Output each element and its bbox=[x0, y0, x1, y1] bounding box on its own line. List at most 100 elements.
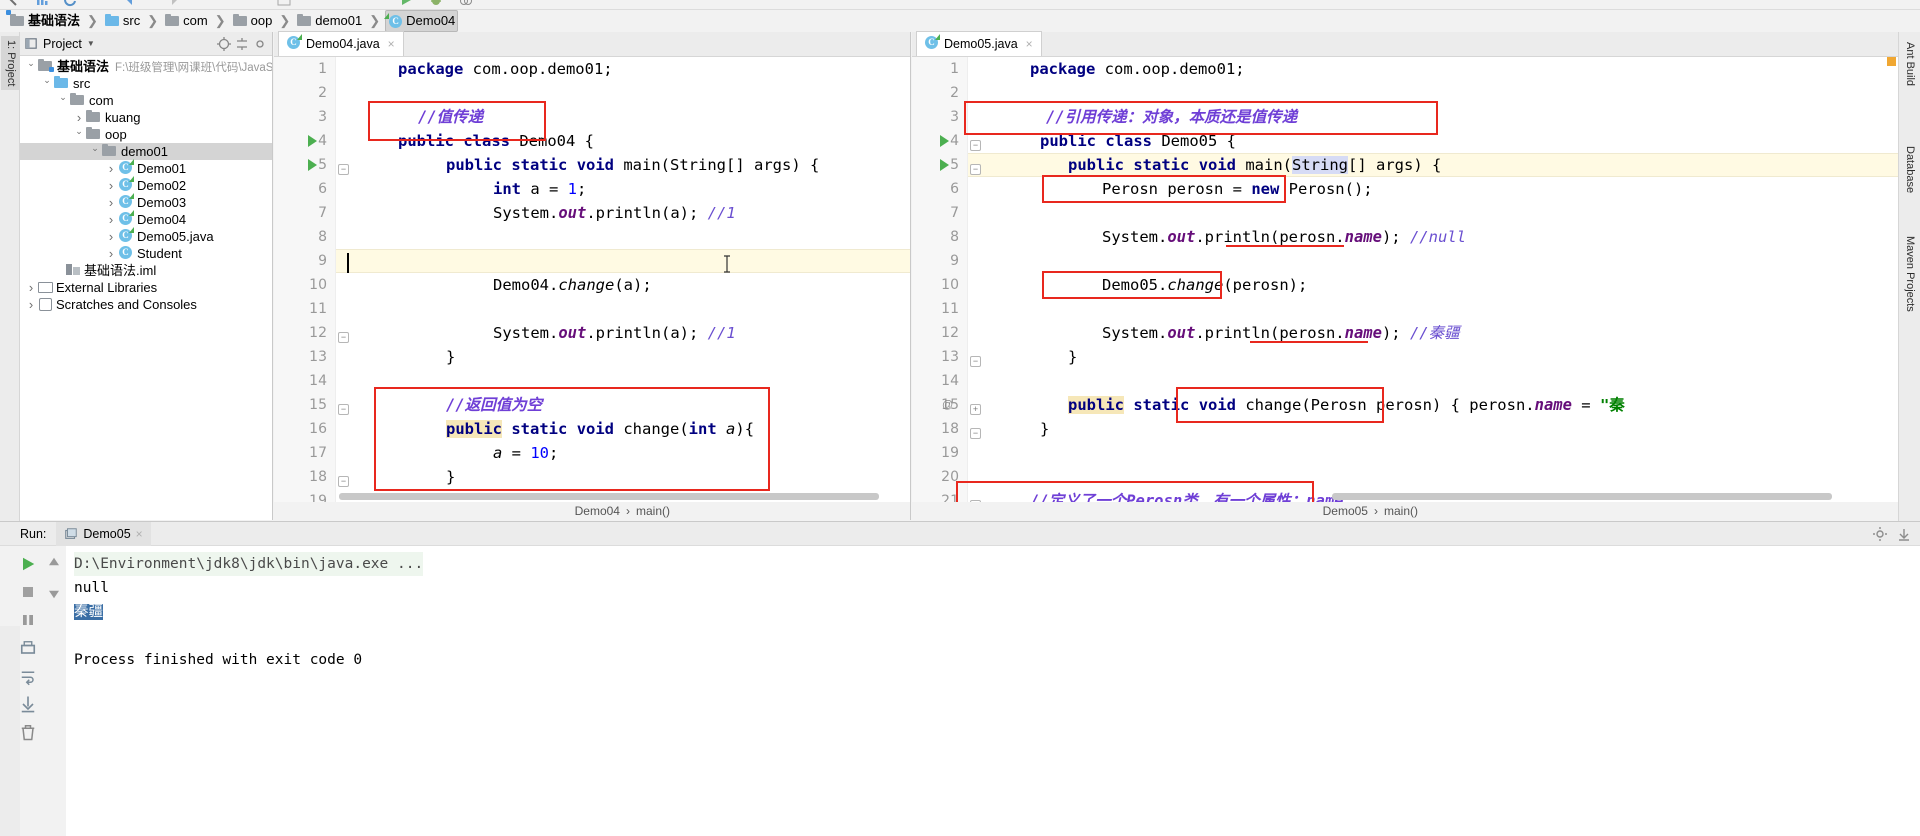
tree-item-iml-file[interactable]: 基础语法.iml bbox=[20, 262, 272, 279]
refresh-icon[interactable] bbox=[62, 0, 78, 8]
code-text-right[interactable]: package com.oop.demo01; //引用传递：对象，本质还是值传… bbox=[968, 57, 1898, 502]
breadcrumb-item-com[interactable]: com bbox=[163, 10, 210, 32]
line-number: 14 bbox=[941, 373, 959, 389]
tree-item-com[interactable]: com bbox=[20, 92, 272, 109]
tree-item-demo04-class[interactable]: C Demo04 bbox=[20, 209, 272, 228]
tree-item-demo01[interactable]: demo01 bbox=[20, 143, 272, 160]
code-line-15: public static void change(Perosn perosn)… bbox=[1068, 396, 1625, 414]
soft-wrap-button[interactable] bbox=[18, 666, 38, 686]
breadcrumb-item-demo01[interactable]: demo01 bbox=[295, 10, 364, 32]
hide-icon[interactable] bbox=[1896, 526, 1912, 542]
stop-button[interactable] bbox=[18, 582, 38, 602]
gutter-left[interactable]: 1 2 3 4 5 6 7 8 9 10 11 12 13 14 15 16 1… bbox=[274, 57, 336, 502]
tree-item-module[interactable]: 基础语法 F:\班级管理\网课班\代码\JavaSE\基础语法 bbox=[20, 58, 272, 75]
console-output[interactable]: D:\Environment\jdk8\jdk\bin\java.exe ...… bbox=[66, 546, 1920, 836]
editor-breadcrumb-right[interactable]: Demo05 › main() bbox=[912, 502, 1898, 520]
chevron-right-icon[interactable] bbox=[24, 297, 38, 312]
close-icon[interactable]: × bbox=[136, 527, 143, 541]
chevron-right-icon[interactable] bbox=[104, 246, 118, 261]
tree-item-kuang[interactable]: kuang bbox=[20, 109, 272, 126]
run-method-gutter-icon[interactable] bbox=[308, 159, 317, 171]
scroll-to-end-button[interactable] bbox=[18, 694, 38, 714]
breadcrumb-method[interactable]: main() bbox=[636, 504, 670, 518]
breadcrumb-class[interactable]: Demo05 bbox=[1323, 504, 1368, 518]
coverage-icon[interactable] bbox=[458, 0, 474, 8]
tree-item-src[interactable]: src bbox=[20, 75, 272, 92]
code-text-left[interactable]: package com.oop.demo01; //值传递 public cla… bbox=[336, 57, 910, 502]
tree-item-oop[interactable]: oop bbox=[20, 126, 272, 143]
chevron-right-icon[interactable] bbox=[104, 229, 118, 244]
sidebar-item-ant-build[interactable]: Ant Build bbox=[1900, 38, 1918, 90]
run-icon[interactable] bbox=[398, 0, 414, 8]
chevron-right-icon[interactable] bbox=[104, 178, 118, 193]
print-button[interactable] bbox=[18, 638, 38, 658]
nav-back-icon[interactable] bbox=[122, 0, 138, 8]
code-area-left[interactable]: 1 2 3 4 5 6 7 8 9 10 11 12 13 14 15 16 1… bbox=[274, 57, 910, 502]
breadcrumb-method[interactable]: main() bbox=[1384, 504, 1418, 518]
run-tab-demo05[interactable]: Demo05 × bbox=[56, 521, 151, 546]
debug-icon[interactable] bbox=[428, 0, 444, 8]
settings-icon[interactable] bbox=[1872, 526, 1888, 542]
close-icon[interactable]: × bbox=[388, 37, 395, 51]
tree-item-demo02-class[interactable]: C Demo02 bbox=[20, 175, 272, 194]
tree-item-demo01-class[interactable]: C Demo01 bbox=[20, 158, 272, 177]
tree-item-demo05-java[interactable]: C Demo05.java bbox=[20, 226, 272, 245]
gutter-right[interactable]: 1 2 3 4 5 6 7 8 9 10 11 12 13 14 15 18 1… bbox=[912, 57, 968, 502]
project-tree[interactable]: 基础语法 F:\班级管理\网课班\代码\JavaSE\基础语法 src com … bbox=[20, 56, 272, 520]
sidebar-item-database[interactable]: Database bbox=[1900, 142, 1918, 197]
locate-icon[interactable] bbox=[216, 36, 232, 52]
close-icon[interactable]: × bbox=[1026, 37, 1033, 51]
chevron-down-icon[interactable] bbox=[56, 95, 70, 106]
pause-button[interactable] bbox=[18, 610, 38, 630]
gear-icon[interactable] bbox=[252, 36, 268, 52]
back-icon[interactable] bbox=[6, 0, 22, 8]
chart-icon[interactable] bbox=[34, 0, 50, 8]
tree-item-student-class[interactable]: C Student bbox=[20, 245, 272, 262]
run-class-gutter-icon[interactable] bbox=[940, 135, 949, 147]
chevron-down-icon[interactable] bbox=[72, 129, 86, 140]
chevron-down-icon[interactable] bbox=[88, 146, 102, 157]
rerun-button[interactable] bbox=[18, 554, 38, 574]
error-stripe-marker[interactable] bbox=[1887, 57, 1896, 66]
horizontal-scrollbar-left[interactable] bbox=[339, 493, 879, 500]
chevron-right-icon[interactable] bbox=[104, 161, 118, 176]
chevron-right-icon[interactable] bbox=[24, 280, 38, 295]
run-method-gutter-icon[interactable] bbox=[940, 159, 949, 171]
breadcrumb-separator: ❯ bbox=[87, 13, 98, 28]
chevron-right-icon[interactable] bbox=[72, 110, 86, 125]
sidebar-item-project[interactable]: 1: Project bbox=[1, 36, 19, 91]
console-line-selected: 秦疆 bbox=[74, 604, 103, 620]
breadcrumb-item-oop[interactable]: oop bbox=[231, 10, 275, 32]
tab-demo04-java[interactable]: C Demo04.java × bbox=[278, 31, 404, 56]
tree-item-external-libraries[interactable]: External Libraries bbox=[20, 279, 272, 296]
sidebar-item-maven[interactable]: Maven Projects bbox=[1900, 232, 1918, 316]
scroll-down-button[interactable] bbox=[44, 582, 64, 602]
line-number: 15 bbox=[309, 397, 327, 413]
tab-demo05-java[interactable]: C Demo05.java × bbox=[916, 31, 1042, 56]
tree-item-label: Demo04 bbox=[137, 212, 187, 227]
breadcrumb-item-module[interactable]: 基础语法 bbox=[6, 10, 82, 32]
run-config-selector-icon[interactable] bbox=[276, 0, 292, 8]
collapse-all-icon[interactable] bbox=[234, 36, 250, 52]
trash-button[interactable] bbox=[18, 722, 38, 742]
navigation-breadcrumb-bar[interactable]: 基础语法 ❯ src ❯ com ❯ oop ❯ demo01 ❯ C Demo… bbox=[0, 10, 1920, 32]
code-line-16: a = 10; bbox=[493, 444, 559, 462]
chevron-right-icon[interactable] bbox=[104, 195, 118, 210]
scroll-up-button[interactable] bbox=[44, 554, 64, 574]
editor-breadcrumb-left[interactable]: Demo04 › main() bbox=[274, 502, 910, 520]
breadcrumb-item-src[interactable]: src bbox=[103, 10, 142, 32]
code-area-right[interactable]: 1 2 3 4 5 6 7 8 9 10 11 12 13 14 15 18 1… bbox=[912, 57, 1898, 502]
nav-forward-icon[interactable] bbox=[166, 0, 182, 8]
code-line-5: public static void main(String[] args) { bbox=[1068, 156, 1442, 174]
tree-item-scratches-consoles[interactable]: Scratches and Consoles bbox=[20, 296, 272, 313]
code-line-3: //引用传递：对象，本质还是值传递 bbox=[1046, 108, 1298, 126]
run-class-gutter-icon[interactable] bbox=[308, 135, 317, 147]
chevron-down-icon[interactable]: ▼ bbox=[87, 39, 95, 48]
chevron-down-icon[interactable] bbox=[40, 78, 54, 89]
chevron-right-icon[interactable] bbox=[104, 212, 118, 227]
breadcrumb-class[interactable]: Demo04 bbox=[575, 504, 620, 518]
breadcrumb-item-demo04[interactable]: C Demo04 bbox=[384, 10, 459, 32]
chevron-down-icon[interactable] bbox=[24, 61, 38, 72]
tree-item-demo03-class[interactable]: C Demo03 bbox=[20, 192, 272, 211]
horizontal-scrollbar-right[interactable] bbox=[1332, 493, 1832, 500]
